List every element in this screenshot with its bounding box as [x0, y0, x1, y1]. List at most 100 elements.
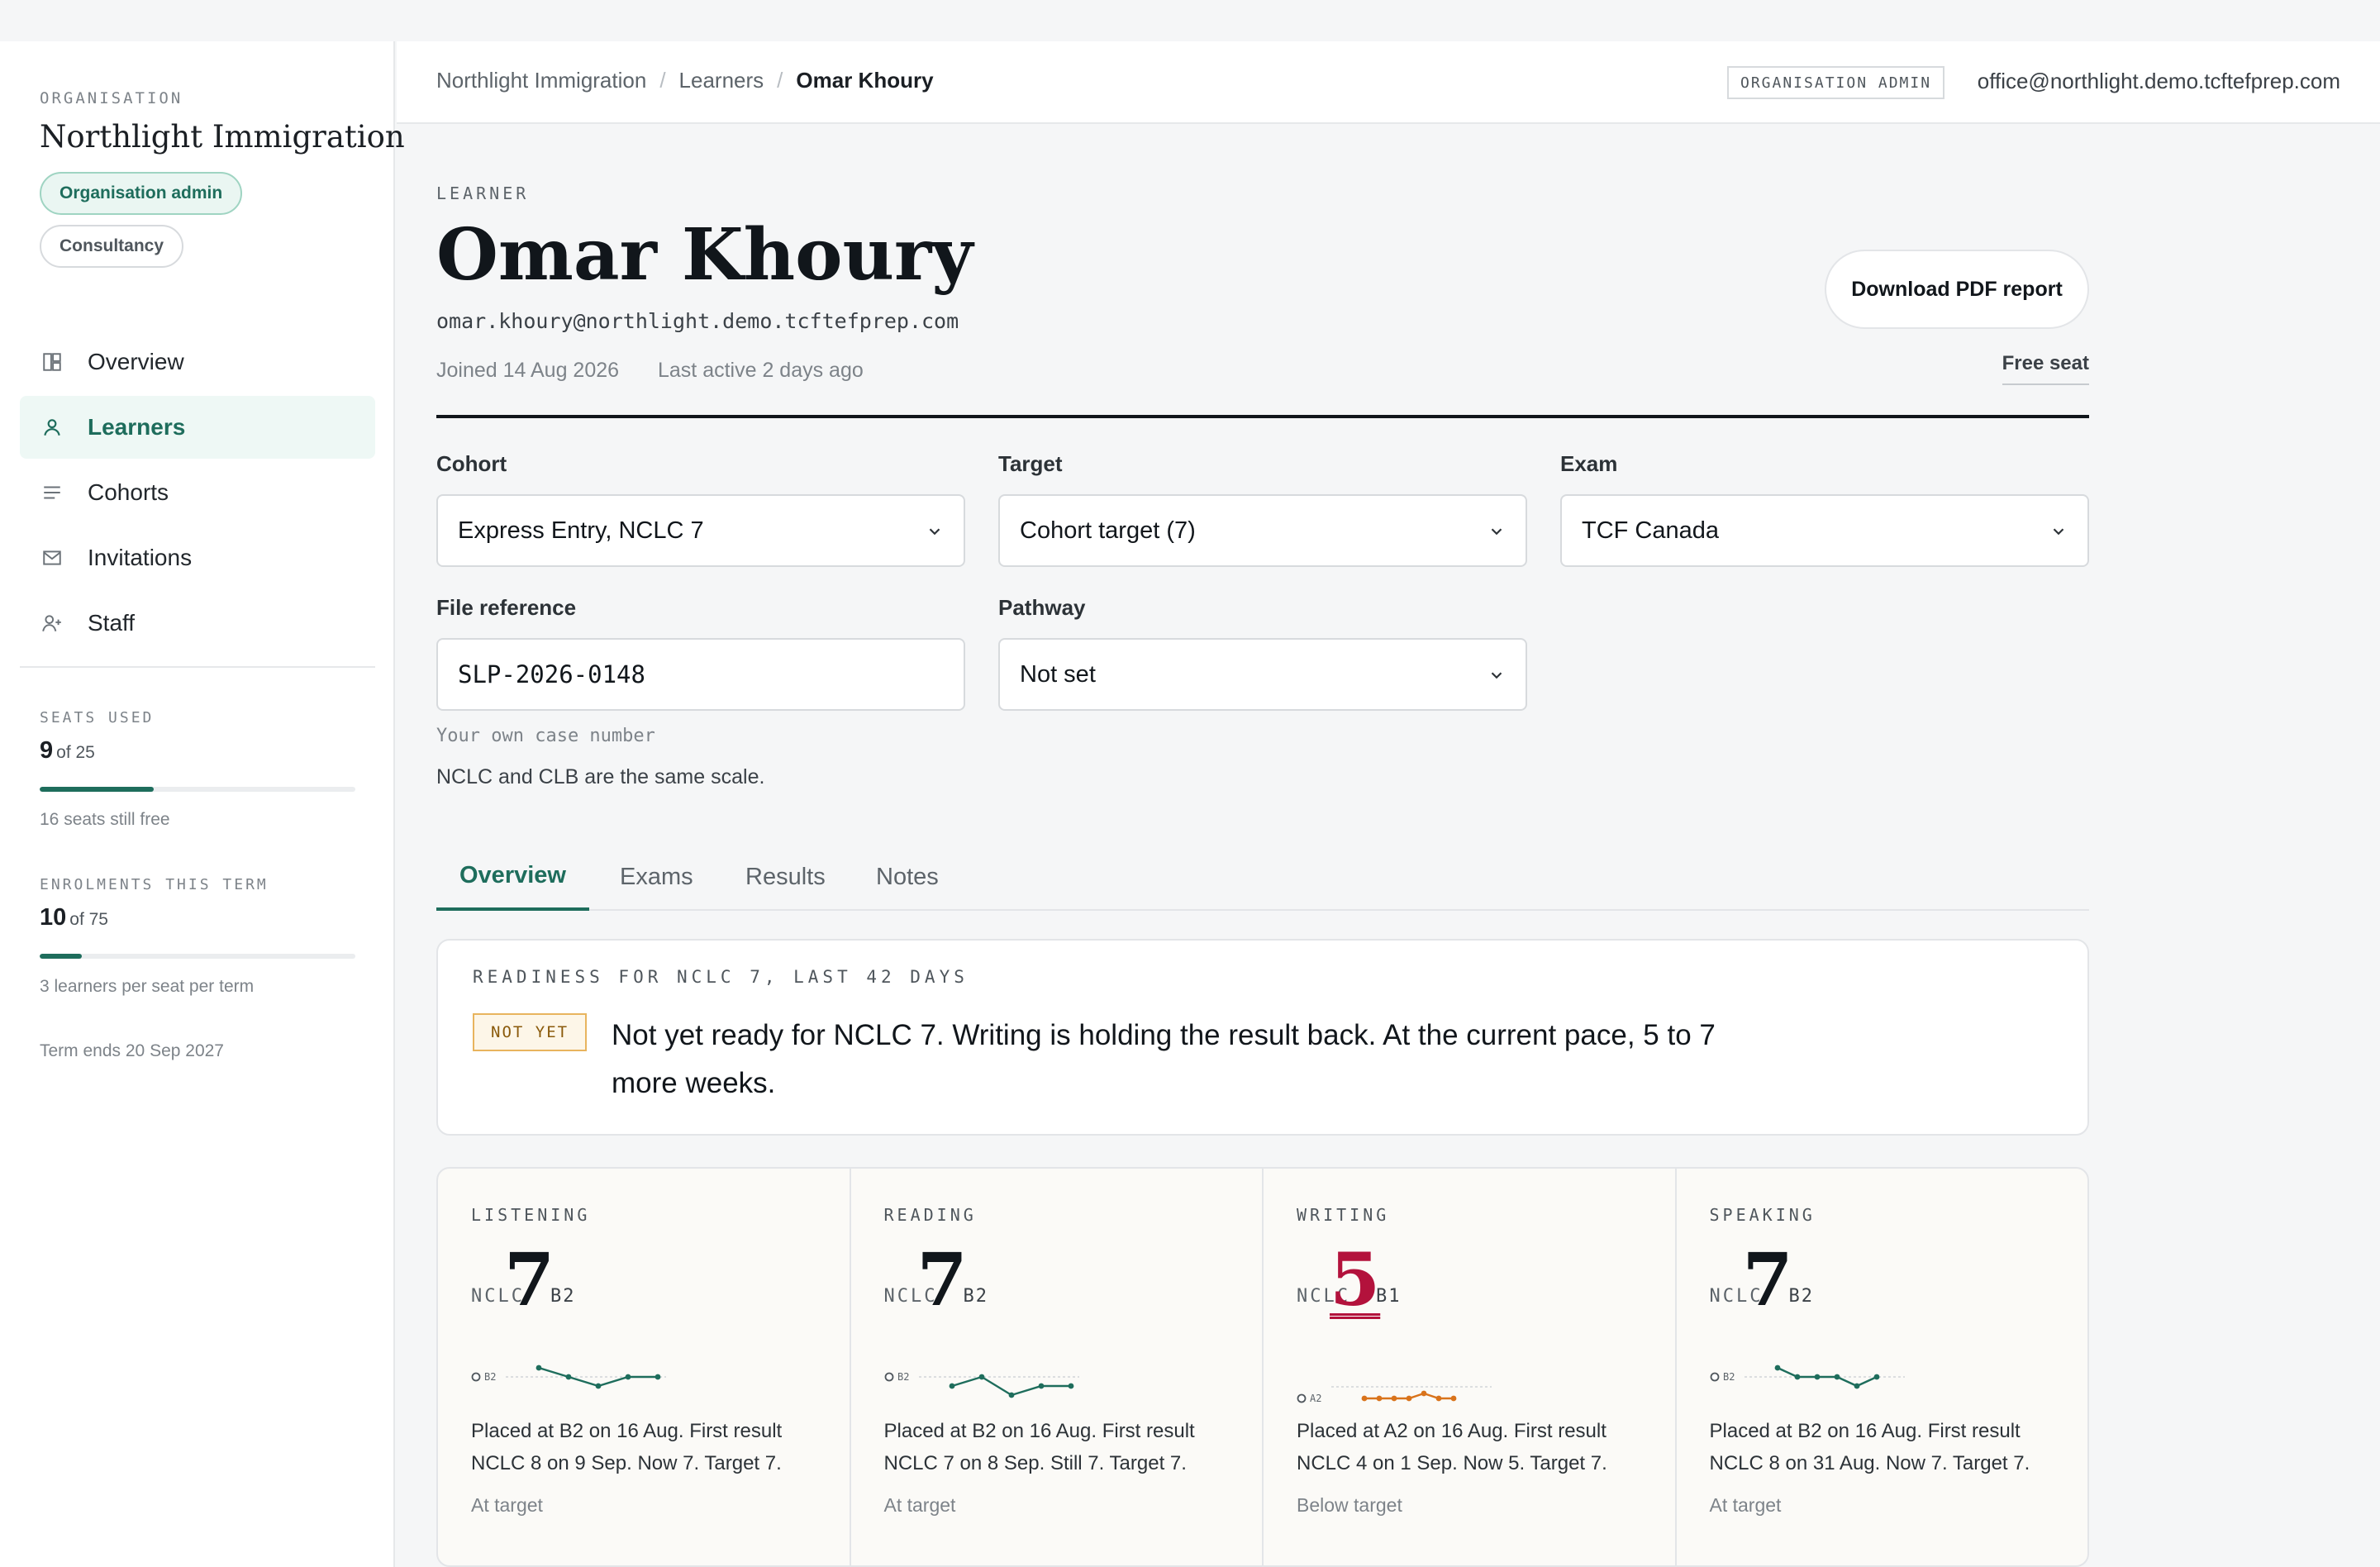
- seats-total: of 25: [56, 743, 95, 762]
- target-select[interactable]: Cohort target (7): [998, 494, 1527, 567]
- enrolments-caption: ENROLMENTS THIS TERM: [40, 876, 269, 893]
- trend-point: [1435, 1395, 1442, 1402]
- trend-point: [1854, 1383, 1859, 1389]
- header-divider: [436, 415, 2089, 418]
- pathway-select[interactable]: Not set: [998, 638, 1527, 711]
- nclc-score: 5: [1330, 1236, 1381, 1322]
- file-reference-hint: Your own case number: [436, 726, 655, 746]
- trend-point: [654, 1374, 661, 1380]
- baseline-marker: [1710, 1372, 1719, 1382]
- sidebar-item-invitations[interactable]: Invitations: [20, 526, 375, 589]
- baseline-marker: [1297, 1393, 1307, 1403]
- trend-point: [1361, 1395, 1368, 1402]
- sidebar-item-label: Cohorts: [88, 479, 169, 505]
- role-tag: ORGANISATION ADMIN: [1727, 66, 1945, 99]
- skill-status: At target: [471, 1494, 543, 1516]
- joined-date: Joined 14 Aug 2026: [436, 359, 620, 382]
- cefr-level: B2: [963, 1286, 988, 1307]
- enrolments-value: 10 of 75: [40, 904, 108, 931]
- skill-card-reading[interactable]: READING NCLC 7 B2 B2 Placed at B2 on 16 …: [851, 1169, 1264, 1565]
- chevron-down-icon: [2053, 528, 2064, 536]
- sidebar-item-overview[interactable]: Overview: [20, 331, 375, 393]
- skill-card-listening[interactable]: LISTENING NCLC 7 B2 B2 Placed at B2 on 1…: [438, 1169, 851, 1565]
- sidebar-nav: Overview Learners Cohorts Invitations St…: [20, 331, 375, 657]
- sidebar-divider: [20, 666, 375, 668]
- cefr-level: B2: [1788, 1286, 1814, 1307]
- skill-status: At target: [883, 1494, 956, 1516]
- trend-point: [1794, 1374, 1800, 1380]
- trend-point: [949, 1383, 954, 1389]
- tab-overview[interactable]: Overview: [436, 843, 589, 911]
- tab-results[interactable]: Results: [745, 843, 826, 911]
- trend-sparkline: B2: [471, 1365, 666, 1389]
- skill-card-speaking[interactable]: SPEAKING NCLC 7 B2 B2 Placed at B2 on 16…: [1677, 1169, 2088, 1565]
- trend-point: [595, 1383, 602, 1389]
- user-plus-icon: [41, 612, 63, 634]
- org-caption: ORGANISATION: [40, 89, 183, 107]
- cohort-value: Express Entry, NCLC 7: [458, 517, 704, 544]
- trend-point: [1406, 1395, 1412, 1402]
- skill-caption: LISTENING: [471, 1205, 591, 1225]
- trend-point: [1008, 1392, 1014, 1398]
- skill-card-writing[interactable]: WRITING NCLC 5 B1 A2 Placed at A2 on 16 …: [1264, 1169, 1677, 1565]
- download-pdf-button[interactable]: Download PDF report: [1825, 250, 2089, 329]
- skill-status: At target: [1709, 1494, 1782, 1516]
- nclc-score: 7: [504, 1236, 555, 1322]
- term-note: Term ends 20 Sep 2027: [40, 1041, 224, 1060]
- chevron-down-icon: [1491, 528, 1502, 536]
- account-email[interactable]: office@northlight.demo.tcftefprep.com: [1978, 69, 2340, 94]
- sidebar-item-label: Learners: [88, 414, 186, 440]
- seats-used: 9: [40, 737, 54, 764]
- skill-caption: WRITING: [1297, 1205, 1390, 1225]
- sidebar-item-cohorts[interactable]: Cohorts: [20, 461, 375, 524]
- skill-status: Below target: [1297, 1494, 1402, 1516]
- trend-sparkline: B2: [884, 1371, 1079, 1398]
- trend-point: [1834, 1374, 1840, 1380]
- sidebar-item-staff[interactable]: Staff: [20, 592, 375, 655]
- breadcrumb-org[interactable]: Northlight Immigration: [436, 68, 646, 93]
- tab-notes[interactable]: Notes: [876, 843, 939, 911]
- enrolments-used: 10: [40, 904, 67, 931]
- seats-progress: [40, 787, 355, 792]
- last-active: Last active 2 days ago: [658, 359, 864, 382]
- cefr-level: B2: [550, 1286, 576, 1307]
- file-reference-label: File reference: [436, 595, 577, 620]
- learner-meta: Joined 14 Aug 2026 Last active 2 days ag…: [436, 359, 864, 383]
- trend-point: [1068, 1383, 1073, 1389]
- trend-point: [1450, 1395, 1457, 1402]
- trend-point: [978, 1374, 984, 1380]
- trend-sparkline: B2: [1710, 1365, 1905, 1389]
- dashboard-icon: [41, 351, 63, 373]
- baseline-label: A2: [1310, 1393, 1321, 1404]
- org-name: Northlight Immigration: [40, 119, 405, 155]
- sidebar-item-label: Overview: [88, 349, 184, 374]
- pathway-value: Not set: [1020, 660, 1096, 688]
- breadcrumb-learners[interactable]: Learners: [679, 68, 764, 93]
- breadcrumb-separator: /: [777, 68, 783, 93]
- exam-select[interactable]: TCF Canada: [1560, 494, 2089, 567]
- sidebar: ORGANISATION Northlight Immigration Orga…: [0, 41, 405, 1567]
- cohort-select[interactable]: Express Entry, NCLC 7: [436, 494, 965, 567]
- breadcrumb-current: Omar Khoury: [796, 68, 934, 93]
- nclc-score: 7: [916, 1236, 968, 1322]
- sidebar-item-learners[interactable]: Learners: [20, 396, 375, 459]
- seat-type-link[interactable]: Free seat: [2002, 352, 2089, 385]
- readiness-summary: Not yet ready for NCLC 7. Writing is hol…: [612, 1019, 1716, 1099]
- role-pill: Organisation admin: [40, 172, 243, 215]
- readiness-card: READINESS FOR NCLC 7, LAST 42 DAYS NOT Y…: [436, 939, 2089, 1136]
- trend-line: [1777, 1366, 1877, 1388]
- trend-point: [625, 1374, 631, 1380]
- file-reference-value: SLP-2026-0148: [458, 660, 645, 688]
- page-title: Omar Khoury: [436, 213, 973, 297]
- cohort-label: Cohort: [436, 451, 507, 476]
- trend-point: [1873, 1374, 1879, 1380]
- tab-exams[interactable]: Exams: [620, 843, 693, 911]
- cefr-level: B1: [1376, 1286, 1402, 1307]
- file-reference-input[interactable]: SLP-2026-0148: [436, 638, 965, 711]
- seats-note: 16 seats still free: [40, 810, 170, 829]
- seats-progress-fill: [40, 787, 154, 792]
- user-icon: [41, 417, 63, 438]
- seats-caption: SEATS USED: [40, 709, 155, 726]
- learner-email: omar.khoury@northlight.demo.tcftefprep.c…: [436, 309, 959, 333]
- sidebar-item-label: Invitations: [88, 545, 193, 570]
